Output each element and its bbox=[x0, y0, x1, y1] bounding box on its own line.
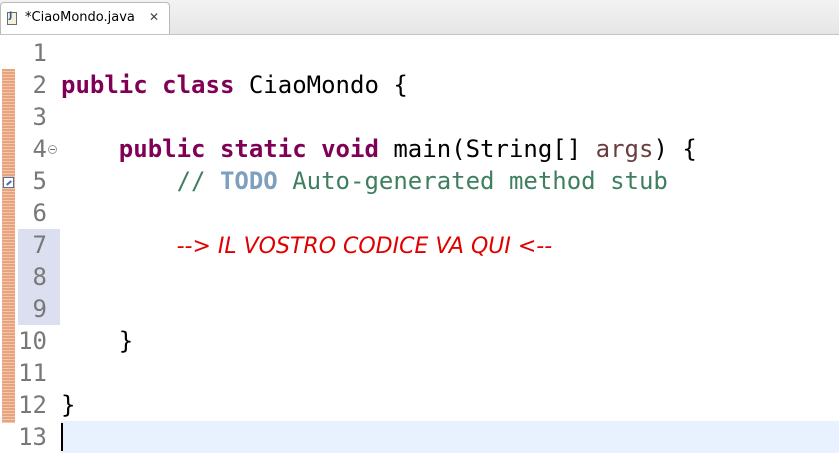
keyword: public bbox=[118, 135, 206, 163]
comment-text: Auto-generated method stub bbox=[277, 167, 668, 195]
brace: } bbox=[118, 327, 134, 355]
keyword: static bbox=[219, 135, 307, 163]
line-number: 1 bbox=[32, 39, 47, 67]
line-number: 7 bbox=[32, 231, 47, 259]
annotation-note: --> IL VOSTRO CODICE VA QUI <-- bbox=[176, 234, 553, 259]
keyword: public bbox=[61, 71, 148, 99]
line-number: 10 bbox=[18, 327, 47, 355]
code-editor[interactable]: 1 2 3 4 5 6 7 8 9 10 11 12 13 public cla… bbox=[0, 35, 839, 463]
editor-tab-bar: *CiaoMondo.java ✕ bbox=[0, 0, 839, 35]
keyword: void bbox=[321, 135, 379, 163]
code-line-4: public static void main(String[] args) { bbox=[61, 133, 697, 165]
brace: { bbox=[393, 71, 408, 99]
line-number: 2 bbox=[32, 71, 47, 99]
code-line-5: // TODO Auto-generated method stub bbox=[61, 165, 668, 197]
editor-window: *CiaoMondo.java ✕ 1 2 3 4 5 6 7 8 9 10 1… bbox=[0, 0, 839, 463]
parameter-name: args bbox=[595, 135, 654, 163]
text-caret bbox=[61, 423, 63, 451]
collapse-fold-icon[interactable] bbox=[48, 145, 57, 154]
method-signature: main(String[] bbox=[393, 135, 582, 163]
line-number: 5 bbox=[32, 167, 47, 195]
tab-title: *CiaoMondo.java bbox=[25, 10, 135, 25]
line-number: 8 bbox=[32, 263, 47, 291]
code-line-7: --> IL VOSTRO CODICE VA QUI <-- bbox=[61, 229, 553, 263]
code-line-10: } bbox=[61, 325, 133, 357]
signature-end: ) { bbox=[653, 135, 697, 163]
brace: } bbox=[61, 391, 76, 419]
code-line-2: public class CiaoMondo { bbox=[61, 69, 408, 101]
line-number: 11 bbox=[18, 359, 47, 387]
change-indicator-bar bbox=[2, 69, 15, 423]
line-number: 13 bbox=[18, 423, 47, 451]
line-number: 6 bbox=[32, 199, 47, 227]
comment-slashes: // bbox=[176, 167, 220, 195]
line-number: 4 bbox=[32, 135, 47, 163]
line-number: 9 bbox=[32, 295, 47, 323]
line-number: 3 bbox=[32, 103, 47, 131]
keyword: class bbox=[162, 71, 235, 99]
code-line-12: } bbox=[61, 389, 75, 421]
line-number: 12 bbox=[18, 391, 47, 419]
close-icon[interactable]: ✕ bbox=[149, 10, 159, 24]
tab-ciaomondo-java[interactable]: *CiaoMondo.java ✕ bbox=[0, 2, 170, 34]
todo-tag: TODO bbox=[219, 167, 278, 195]
java-file-icon bbox=[7, 11, 17, 25]
task-marker-icon[interactable] bbox=[3, 177, 14, 188]
current-line-highlight bbox=[61, 421, 839, 453]
class-name: CiaoMondo bbox=[248, 71, 379, 99]
